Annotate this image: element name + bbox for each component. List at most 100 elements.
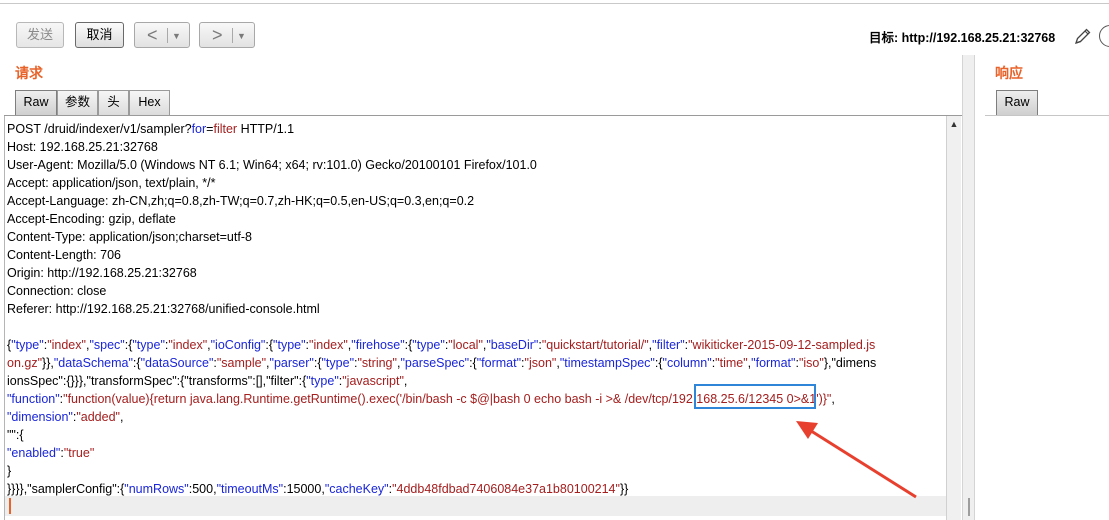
splitter-grip[interactable] bbox=[968, 498, 970, 516]
circle-icon[interactable] bbox=[1099, 25, 1109, 47]
request-text-segment: "filter" bbox=[652, 338, 685, 352]
request-text-segment: "added" bbox=[76, 410, 120, 424]
request-text-segment: "format" bbox=[476, 356, 522, 370]
request-text-segment: User-Agent: Mozilla/5.0 (Windows NT 6.1;… bbox=[7, 158, 537, 172]
request-text-segment: "type" bbox=[273, 338, 306, 352]
request-text-segment: "enabled" bbox=[7, 446, 61, 460]
request-text-segment: :{ bbox=[313, 356, 322, 370]
tab-headers[interactable]: 头 bbox=[98, 90, 129, 115]
request-text-segment: "iso" bbox=[798, 356, 824, 370]
request-text-segment: Referer: http://192.168.25.21:32768/unif… bbox=[7, 302, 320, 316]
request-vertical-scrollbar[interactable]: ▲ bbox=[946, 116, 961, 520]
request-text-segment: Accept-Encoding: gzip, deflate bbox=[7, 212, 176, 226]
request-text-segment: "numRows" bbox=[124, 482, 189, 496]
request-text-segment: filter bbox=[213, 122, 238, 136]
request-text-segment: "wikiticker-2015-09-12-sampled.js bbox=[688, 338, 876, 352]
request-text-segment: "type" bbox=[132, 338, 165, 352]
request-text-segment: "parseSpec" bbox=[400, 356, 470, 370]
request-text-segment: "json" bbox=[524, 356, 557, 370]
request-text-segment: for bbox=[191, 122, 207, 136]
request-text-segment: "type" bbox=[11, 338, 44, 352]
request-text-segment: on.gz" bbox=[7, 356, 43, 370]
request-text-segment: "baseDir" bbox=[486, 338, 539, 352]
request-line: Accept-Encoding: gzip, deflate bbox=[7, 210, 176, 228]
dropdown-arrow-icon[interactable]: ▼ bbox=[237, 25, 246, 47]
tab-hex[interactable]: Hex bbox=[129, 90, 170, 115]
request-line: Host: 192.168.25.21:32768 bbox=[7, 138, 158, 156]
request-text-segment: "firehose" bbox=[351, 338, 405, 352]
request-text-segment: "type" bbox=[306, 374, 339, 388]
request-line: Accept-Language: zh-CN,zh;q=0.8,zh-TW;q=… bbox=[7, 192, 474, 210]
request-text-segment: "dataSource" bbox=[140, 356, 214, 370]
request-text-segment: "timeoutMs" bbox=[216, 482, 284, 496]
arrow-annotation-icon bbox=[796, 421, 917, 499]
request-text-segment: }}}},"samplerConfig":{ bbox=[7, 482, 125, 496]
request-text-segment: } bbox=[7, 464, 12, 478]
request-text-segment: "type" bbox=[412, 338, 445, 352]
request-line: {"type":"index","spec":{"type":"index","… bbox=[7, 336, 875, 354]
button-separator bbox=[232, 28, 233, 43]
window-top-border bbox=[0, 0, 1109, 4]
request-text-segment: "cacheKey" bbox=[324, 482, 389, 496]
request-line: Connection: close bbox=[7, 282, 106, 300]
target-label: 目标: http://192.168.25.21:32768 bbox=[869, 31, 1056, 45]
dropdown-arrow-icon[interactable]: ▼ bbox=[172, 25, 181, 47]
request-line: User-Agent: Mozilla/5.0 (Windows NT 6.1;… bbox=[7, 156, 537, 174]
request-text-segment: },"dimens bbox=[823, 356, 877, 370]
request-line: Content-Type: application/json;charset=u… bbox=[7, 228, 252, 246]
request-text-segment: "ioConfig" bbox=[210, 338, 266, 352]
request-text-segment: }} bbox=[619, 482, 629, 496]
request-text-segment: Origin: http://192.168.25.21:32768 bbox=[7, 266, 197, 280]
scroll-up-icon[interactable]: ▲ bbox=[947, 118, 961, 130]
request-text-segment: , bbox=[403, 374, 408, 388]
forward-button[interactable]: > ▼ bbox=[199, 22, 255, 48]
request-line: "enabled":"true" bbox=[7, 444, 94, 462]
tab-raw[interactable]: Raw bbox=[15, 90, 57, 115]
request-text-segment: "index" bbox=[47, 338, 86, 352]
pencil-icon[interactable] bbox=[1073, 26, 1093, 46]
response-tab-raw[interactable]: Raw bbox=[996, 90, 1038, 115]
request-text-segment: :{ bbox=[265, 338, 274, 352]
response-content bbox=[985, 115, 1109, 520]
request-text-segment: }}, bbox=[42, 356, 54, 370]
request-text-segment: "format" bbox=[751, 356, 796, 370]
request-text-segment: "dataSchema" bbox=[53, 356, 133, 370]
request-text-segment: "local" bbox=[448, 338, 483, 352]
response-title: 响应 bbox=[995, 65, 1023, 81]
request-text-segment: "function" bbox=[7, 392, 60, 406]
request-text-segment: "time" bbox=[715, 356, 748, 370]
panel-splitter[interactable] bbox=[962, 55, 975, 520]
text-caret bbox=[9, 498, 11, 514]
request-text-segment: :{ bbox=[654, 356, 663, 370]
chevron-left-icon: < bbox=[147, 25, 158, 45]
request-text-segment: "true" bbox=[63, 446, 95, 460]
request-text-segment: , bbox=[831, 392, 835, 406]
request-text-segment: Content-Length: 706 bbox=[7, 248, 121, 262]
chevron-right-icon: > bbox=[212, 25, 223, 45]
send-button[interactable]: 发送 bbox=[16, 22, 64, 48]
request-text-segment: "4ddb48fdbad7406084e37a1b80100214" bbox=[392, 482, 620, 496]
request-text-segment: :{ bbox=[469, 356, 477, 370]
request-text-segment: "dimension" bbox=[7, 410, 73, 424]
request-text-segment: :500, bbox=[188, 482, 217, 496]
request-text-segment: Content-Type: application/json;charset=u… bbox=[7, 230, 252, 244]
request-text-segment: , bbox=[119, 410, 124, 424]
back-button[interactable]: < ▼ bbox=[134, 22, 190, 48]
request-line: Content-Length: 706 bbox=[7, 246, 121, 264]
request-text-segment: POST /druid/indexer/v1/sampler? bbox=[7, 122, 192, 136]
request-text-segment: :15000, bbox=[283, 482, 325, 496]
request-line: "dimension":"added", bbox=[7, 408, 123, 426]
request-text-segment: Accept-Language: zh-CN,zh;q=0.8,zh-TW;q=… bbox=[7, 194, 475, 208]
request-text-segment: Host: 192.168.25.21:32768 bbox=[7, 140, 158, 154]
request-line: POST /druid/indexer/v1/sampler?for=filte… bbox=[7, 120, 294, 138]
request-text-segment: "timestampSpec" bbox=[559, 356, 655, 370]
request-text-segment: "spec" bbox=[89, 338, 125, 352]
request-text-segment: :{ bbox=[132, 356, 141, 370]
button-separator bbox=[167, 28, 168, 43]
request-line: Accept: application/json, text/plain, */… bbox=[7, 174, 215, 192]
request-line: ionsSpec":{}}},"transformSpec":{"transfo… bbox=[7, 372, 407, 390]
tab-params[interactable]: 参数 bbox=[57, 90, 98, 115]
request-text-segment: "type" bbox=[321, 356, 355, 370]
cancel-button[interactable]: 取消 bbox=[75, 22, 124, 48]
request-text-segment: ionsSpec":{}}},"transformSpec":{"transfo… bbox=[7, 374, 307, 388]
